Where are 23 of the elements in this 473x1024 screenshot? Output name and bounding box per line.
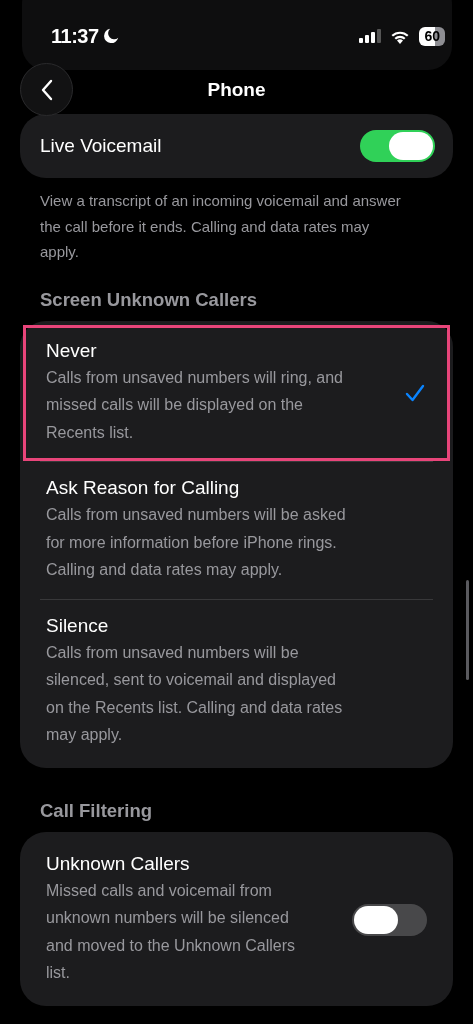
nav-title: Phone [207, 79, 266, 101]
toggle-switch[interactable] [352, 903, 427, 936]
option-title: Silence [46, 614, 110, 637]
option-description: Calls from unsaved numbers will be silenced, sent to voicemail and displayed on the Recents list. Calling and data rates may apply. [46, 642, 344, 745]
back-button[interactable] [20, 63, 73, 116]
checkmark-icon [405, 382, 425, 403]
status-time: 11:37 [51, 24, 99, 48]
option-row[interactable]: Silence Calls from unsaved numbers will be silenced, sent to voicemail and displayed on the Recents list. Calling and data rates may apply. [23, 599, 450, 764]
option-row[interactable]: Ask Reason for Calling Calls from unsaved numbers will be asked for more information before iPhone rings. Calling and data rates may apply. [23, 462, 450, 599]
back-icon [40, 78, 53, 101]
option-row[interactable]: Never Calls from unsaved numbers will ring, and missed calls will be displayed on the Recents list. [23, 324, 450, 461]
section-header: Call Filtering [40, 799, 154, 822]
option-title: Never [46, 339, 98, 362]
setting-label: Unknown Callers [46, 852, 191, 875]
setting-label: Live Voicemail [40, 135, 162, 157]
option-description: Calls from unsaved numbers will ring, and missed calls will be displayed on the Recents list. [46, 367, 344, 443]
signal-icon [359, 29, 382, 43]
option-title: Ask Reason for Calling [46, 477, 241, 499]
footer-note: View a transcript of an incoming voicemail and answer the call before it ends. Calling and data rates may apply. [40, 191, 402, 262]
option-description: Calls from unsaved numbers will be asked for more information before iPhone rings. Calling and data rates may apply. [46, 505, 347, 580]
toggle-switch[interactable] [360, 130, 435, 162]
section-header: Screen Unknown Callers [40, 288, 258, 311]
setting-description: Missed calls and voicemail from unknown numbers will be silenced and moved to the Unknown Callers list. [46, 880, 297, 983]
